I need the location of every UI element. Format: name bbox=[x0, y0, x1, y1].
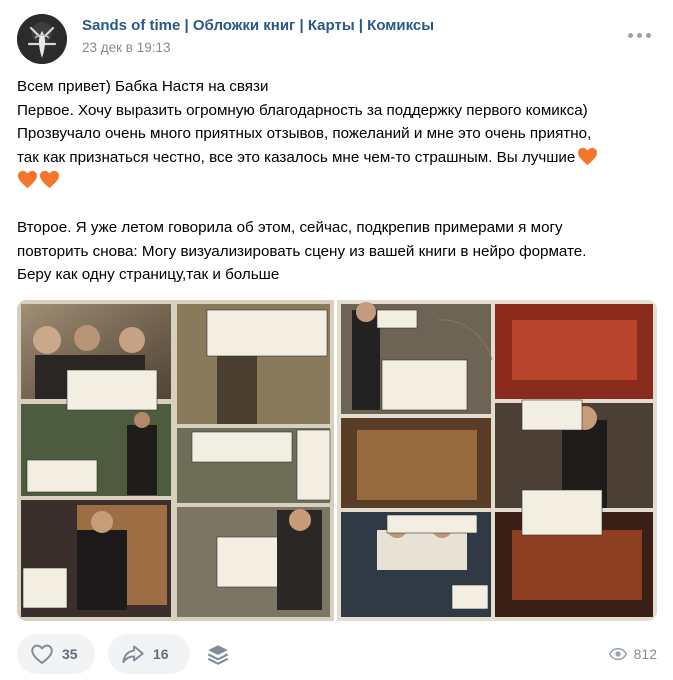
post-line-7: Второе. Я уже летом говорила об этом, се… bbox=[17, 219, 563, 236]
views-counter: 812 bbox=[608, 634, 657, 674]
post-text: Всем привет) Бабка Настя на связи Первое… bbox=[17, 75, 657, 287]
views-count: 812 bbox=[633, 646, 657, 662]
post-line-4-text: так как признаться честно, все это казал… bbox=[17, 148, 576, 166]
share-arrow-icon bbox=[122, 645, 144, 664]
stack-icon[interactable] bbox=[205, 642, 231, 668]
post-line-1: Всем привет) Бабка Настя на связи bbox=[17, 78, 269, 95]
eye-icon bbox=[608, 647, 627, 661]
post-line-2: Первое. Хочу выразить огромную благодарн… bbox=[17, 101, 588, 119]
post-line-8: повторить снова: Могу визуализировать сц… bbox=[17, 242, 587, 260]
share-button[interactable]: 16 bbox=[108, 634, 190, 674]
like-count: 35 bbox=[62, 646, 78, 662]
more-icon[interactable] bbox=[626, 30, 654, 42]
like-button[interactable]: 35 bbox=[17, 634, 95, 674]
orange-heart-icon bbox=[39, 170, 60, 189]
comic-page-image-2[interactable] bbox=[337, 300, 657, 621]
heart-icon bbox=[31, 644, 53, 664]
orange-heart-icon bbox=[17, 170, 38, 189]
photo-gallery bbox=[17, 300, 657, 621]
post-line-4: так как признаться честно, все это казал… bbox=[17, 146, 657, 170]
comic-page-image-1[interactable] bbox=[17, 300, 334, 621]
wall-post: Sands of time | Обложки книг | Карты | К… bbox=[0, 0, 673, 680]
post-line-5 bbox=[17, 169, 657, 193]
author-name[interactable]: Sands of time | Обложки книг | Карты | К… bbox=[82, 17, 434, 34]
post-date[interactable]: 23 дек в 19:13 bbox=[82, 40, 171, 55]
share-count: 16 bbox=[153, 646, 169, 662]
orange-heart-icon bbox=[577, 147, 598, 166]
avatar-image bbox=[17, 14, 67, 64]
post-line-9: Беру как одну страницу,так и больше bbox=[17, 266, 280, 283]
post-line-3: Прозвучало очень много приятных отзывов,… bbox=[17, 125, 592, 142]
avatar[interactable] bbox=[17, 14, 67, 64]
post-actions: 35 16 812 bbox=[17, 634, 657, 674]
